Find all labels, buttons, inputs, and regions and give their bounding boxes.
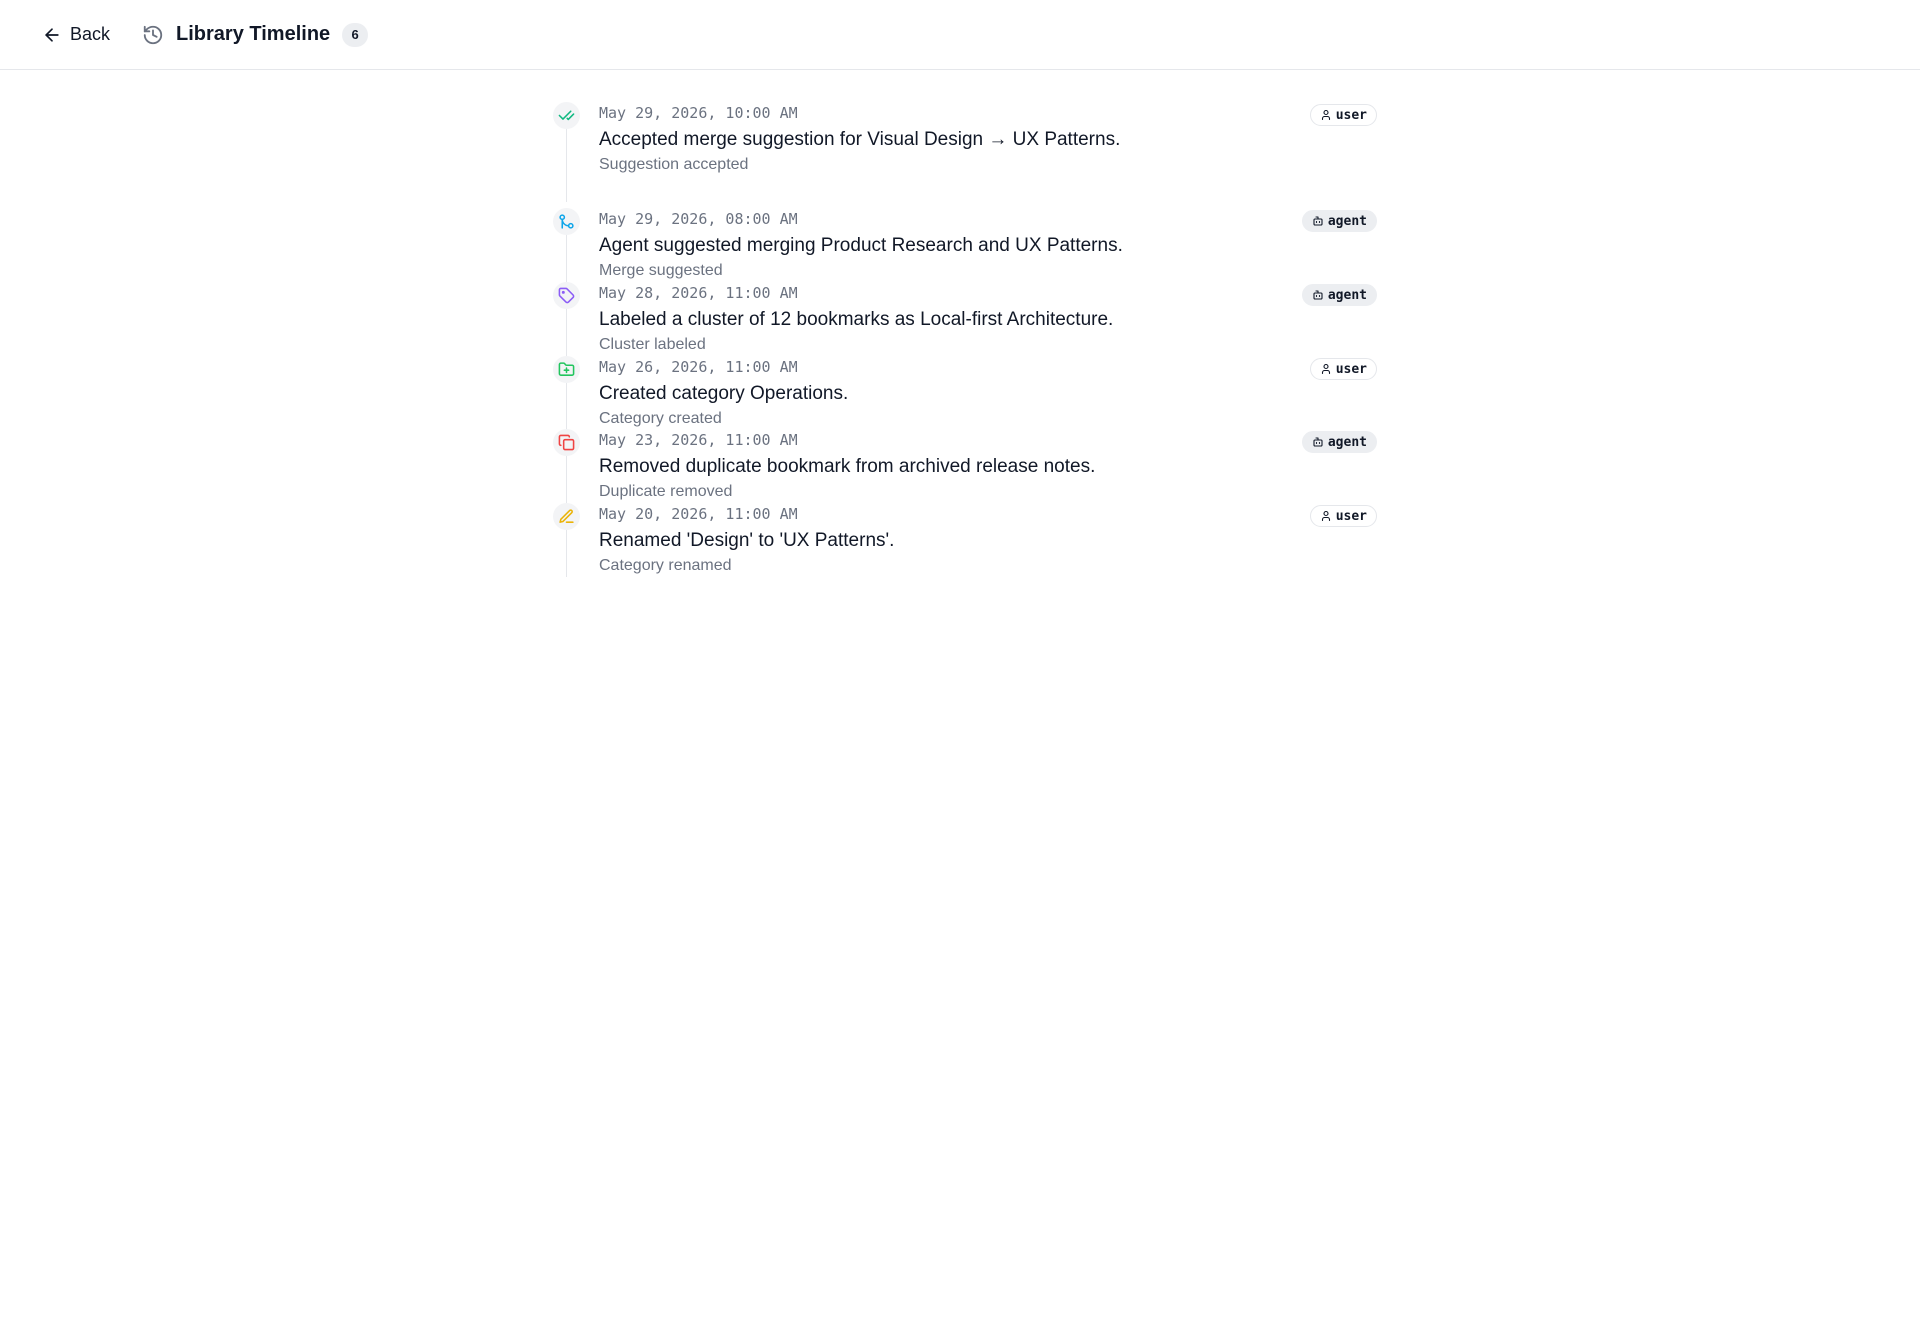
event-description: Accepted merge suggestion for Visual Des… [599,129,1121,150]
event-description: Agent suggested merging Product Research… [599,235,1123,256]
timeline-rail [566,382,567,430]
timeline-rail [566,455,567,503]
actor-badge-agent: agent [1301,210,1377,232]
check-check-icon [558,110,575,121]
actor-label: user [1335,107,1367,123]
event-time: May 23, 2026, 11:00 AM [599,431,798,449]
user-icon [1321,109,1330,121]
actor-label: user [1335,361,1367,377]
event-time: May 29, 2026, 08:00 AM [599,210,798,228]
event-time: May 26, 2026, 11:00 AM [599,358,798,376]
actor-badge-agent: agent [1301,431,1377,453]
history-icon [142,24,164,46]
event-icon-container [553,503,580,530]
event-type-label: Suggestion accepted [599,156,749,173]
tag-icon [558,287,575,304]
copy-icon [558,434,575,451]
event-time: May 28, 2026, 11:00 AM [599,284,798,302]
event-icon-container [553,102,580,129]
event-icon-container [553,208,580,235]
user-icon [1321,363,1330,375]
actor-label: user [1335,508,1367,524]
event-time: May 29, 2026, 10:00 AM [599,104,798,122]
event-time: May 20, 2026, 11:00 AM [599,505,798,523]
timeline-rail [566,529,567,577]
page-title: Library Timeline [176,23,331,45]
actor-label: agent [1327,287,1367,303]
event-icon-container [553,356,580,383]
event-icon-container [553,282,580,309]
user-icon [1321,510,1330,522]
title-group: Library Timeline 6 [142,22,369,47]
event-description: Created category Operations. [599,383,849,404]
timeline-rail [566,234,567,284]
actor-badge-user: user [1309,505,1377,527]
actor-badge-user: user [1309,358,1377,380]
actor-badge-agent: agent [1301,284,1377,306]
git-merge-icon [559,214,574,229]
bot-icon [1313,216,1323,226]
page-header: Back Library Timeline 6 [0,0,1920,70]
event-description: Removed duplicate bookmark from archived… [599,456,1096,477]
timeline-rail [566,128,567,202]
back-label: Back [70,24,111,44]
timeline-rail [566,308,567,356]
pencil-icon [559,509,574,523]
event-type-label: Category renamed [599,557,732,574]
event-count-badge: 6 [342,22,369,47]
actor-label: agent [1327,434,1367,450]
bot-icon [1313,437,1323,447]
event-description: Renamed 'Design' to 'UX Patterns'. [599,530,895,551]
arrow-left-icon [45,27,59,42]
bot-icon [1313,290,1323,300]
actor-label: agent [1327,213,1367,229]
event-icon-container [553,429,580,456]
event-description: Labeled a cluster of 12 bookmarks as Loc… [599,309,1114,330]
actor-badge-user: user [1309,104,1377,126]
folder-plus-icon [558,362,575,376]
back-button[interactable]: Back [36,20,116,49]
